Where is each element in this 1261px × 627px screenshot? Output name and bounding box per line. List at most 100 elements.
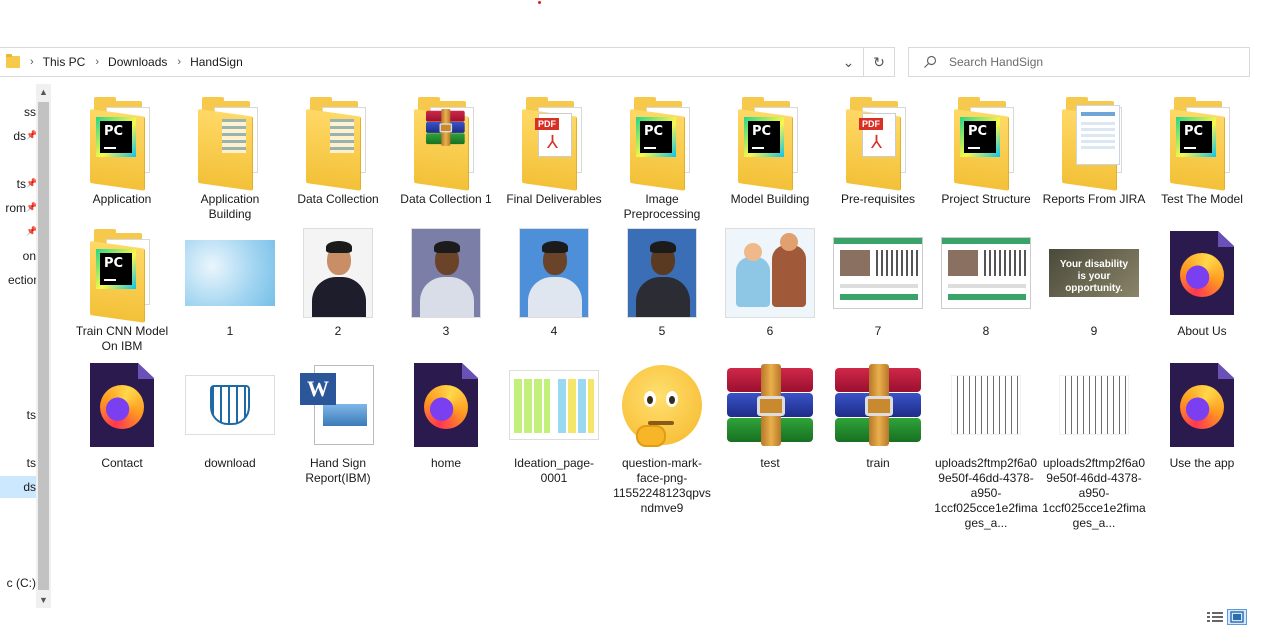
nav-item[interactable]: ds 📌 — [0, 125, 36, 147]
refresh-button[interactable]: ↻ — [864, 48, 894, 76]
file-item[interactable]: Reports From JIRA — [1040, 94, 1148, 207]
file-item[interactable]: Contact — [68, 358, 176, 471]
file-item[interactable]: test — [716, 358, 824, 471]
search-input[interactable] — [949, 55, 1229, 69]
file-item[interactable]: PC Test The Model — [1148, 94, 1256, 207]
file-thumbnail — [722, 358, 818, 452]
file-thumbnail — [506, 358, 602, 452]
firefox-icon — [90, 363, 154, 447]
navigation-pane[interactable]: ss ds📌 ts📌 rom📌 📌 on ection ts ts ds c (… — [0, 84, 36, 612]
nav-item-selected[interactable]: ds — [0, 476, 36, 498]
cursor-dot — [538, 1, 541, 4]
file-thumbnail: PC — [74, 226, 170, 323]
file-item[interactable]: home — [392, 358, 500, 471]
breadcrumb-this-pc[interactable]: This PC — [43, 55, 86, 69]
nav-item[interactable]: ts — [0, 404, 36, 426]
file-name-label: Train CNN Model On IBM — [75, 324, 169, 353]
search-box[interactable] — [908, 47, 1250, 77]
file-item[interactable]: W Hand Sign Report(IBM) — [284, 358, 392, 486]
file-thumbnail — [1046, 94, 1142, 191]
breadcrumb-downloads[interactable]: Downloads — [108, 55, 167, 69]
app-screenshot-thumbnail — [833, 237, 923, 309]
nav-item[interactable]: 📌 — [0, 221, 36, 243]
file-item[interactable]: 6 — [716, 226, 824, 339]
file-item[interactable]: PC Train CNN Model On IBM — [68, 226, 176, 354]
file-item[interactable]: download — [176, 358, 284, 471]
file-name-label: test — [760, 456, 780, 470]
scrollbar-thumb[interactable] — [38, 102, 49, 590]
file-thumbnail — [182, 94, 278, 191]
file-item[interactable]: Your disability is your opportunity. 9 — [1040, 226, 1148, 339]
nav-item-label: c (C:) — [6, 576, 36, 590]
nav-item[interactable]: on — [0, 245, 36, 267]
nav-item[interactable]: ss — [0, 101, 36, 123]
file-item[interactable]: PC Application — [68, 94, 176, 207]
nav-item[interactable]: ection — [0, 269, 36, 291]
file-item[interactable]: 2 — [284, 226, 392, 339]
history-dropdown-button[interactable]: ⌄ — [834, 48, 864, 76]
file-item[interactable]: 3 — [392, 226, 500, 339]
file-item[interactable]: Data Collection — [284, 94, 392, 207]
nav-item[interactable]: c (C:) — [0, 572, 36, 594]
file-name-label: 2 — [334, 324, 342, 338]
folder-icon: PC — [88, 229, 156, 323]
file-item[interactable]: train — [824, 358, 932, 471]
folder-icon — [6, 54, 20, 68]
nav-item[interactable]: ts — [0, 452, 36, 474]
file-name-label: About Us — [1177, 324, 1227, 338]
file-item[interactable]: Use the app — [1148, 358, 1256, 471]
file-item[interactable]: About Us — [1148, 226, 1256, 339]
chevron-right-icon[interactable]: › — [177, 56, 181, 68]
pin-icon: 📌 — [26, 130, 36, 140]
firefox-icon — [1170, 363, 1234, 447]
chevron-right-icon[interactable]: › — [30, 56, 34, 68]
file-item[interactable]: PC Model Building — [716, 94, 824, 207]
folder-icon — [1060, 97, 1128, 191]
file-thumbnail: PDF ⅄ — [506, 94, 602, 191]
chevron-right-icon[interactable]: › — [95, 56, 99, 68]
hand-signs-image-thumbnail — [951, 375, 1021, 435]
nav-item-label: ss — [24, 105, 36, 119]
file-name-label: download — [204, 456, 256, 470]
illustration-thumbnail — [725, 228, 815, 318]
search-icon — [924, 55, 937, 68]
file-item[interactable]: 1 — [176, 226, 284, 339]
file-item[interactable]: uploads2ftmp2f6a09e50f-46dd-4378-a950-1c… — [932, 358, 1040, 531]
file-item[interactable]: 4 — [500, 226, 608, 339]
file-thumbnail — [398, 226, 494, 320]
file-name-label: Application Building — [200, 192, 260, 221]
photo-thumbnail — [627, 228, 697, 318]
file-item[interactable]: Ideation_page-0001 — [500, 358, 608, 486]
file-item[interactable]: 8 — [932, 226, 1040, 339]
scroll-up-icon[interactable]: ▲ — [36, 84, 51, 100]
scroll-down-icon[interactable]: ▼ — [36, 592, 51, 608]
file-item[interactable]: PC Project Structure — [932, 94, 1040, 207]
file-item[interactable]: 7 — [824, 226, 932, 339]
file-item[interactable]: uploads2ftmp2f6a09e50f-46dd-4378-a950-1c… — [1040, 358, 1148, 531]
file-thumbnail: W — [290, 358, 386, 452]
nav-item[interactable]: rom 📌 — [0, 197, 36, 219]
emblem-thumbnail — [185, 375, 275, 435]
file-name-label: Final Deliverables — [506, 192, 602, 206]
details-view-button[interactable] — [1205, 609, 1225, 625]
nav-item[interactable]: ts 📌 — [0, 173, 36, 195]
folder-icon: PC — [628, 97, 696, 191]
file-name-label: 5 — [658, 324, 666, 338]
address-bar[interactable]: › This PC › Downloads › HandSign ⌄ ↻ — [0, 47, 895, 77]
folder-icon: PDF ⅄ — [844, 97, 912, 191]
file-item[interactable]: PDF ⅄ Pre-requisites — [824, 94, 932, 207]
file-item[interactable]: Data Collection 1 — [392, 94, 500, 207]
file-item[interactable]: 5 — [608, 226, 716, 339]
file-thumbnail — [614, 358, 710, 452]
file-item[interactable]: Application Building — [176, 94, 284, 222]
file-item[interactable]: PC Image Preprocessing — [608, 94, 716, 222]
breadcrumb-handsign[interactable]: HandSign — [190, 55, 243, 69]
file-item[interactable]: question-mark-face-png-11552248123qpvsnd… — [608, 358, 716, 516]
file-item[interactable]: PDF ⅄ Final Deliverables — [500, 94, 608, 207]
nav-item-label: ds — [23, 480, 36, 494]
nav-scrollbar[interactable]: ▲ ▼ — [36, 84, 51, 608]
file-thumbnail: PC — [1154, 94, 1250, 191]
large-icons-view-button[interactable] — [1227, 609, 1247, 625]
file-thumbnail — [290, 94, 386, 191]
file-thumbnail: PC — [614, 94, 710, 191]
